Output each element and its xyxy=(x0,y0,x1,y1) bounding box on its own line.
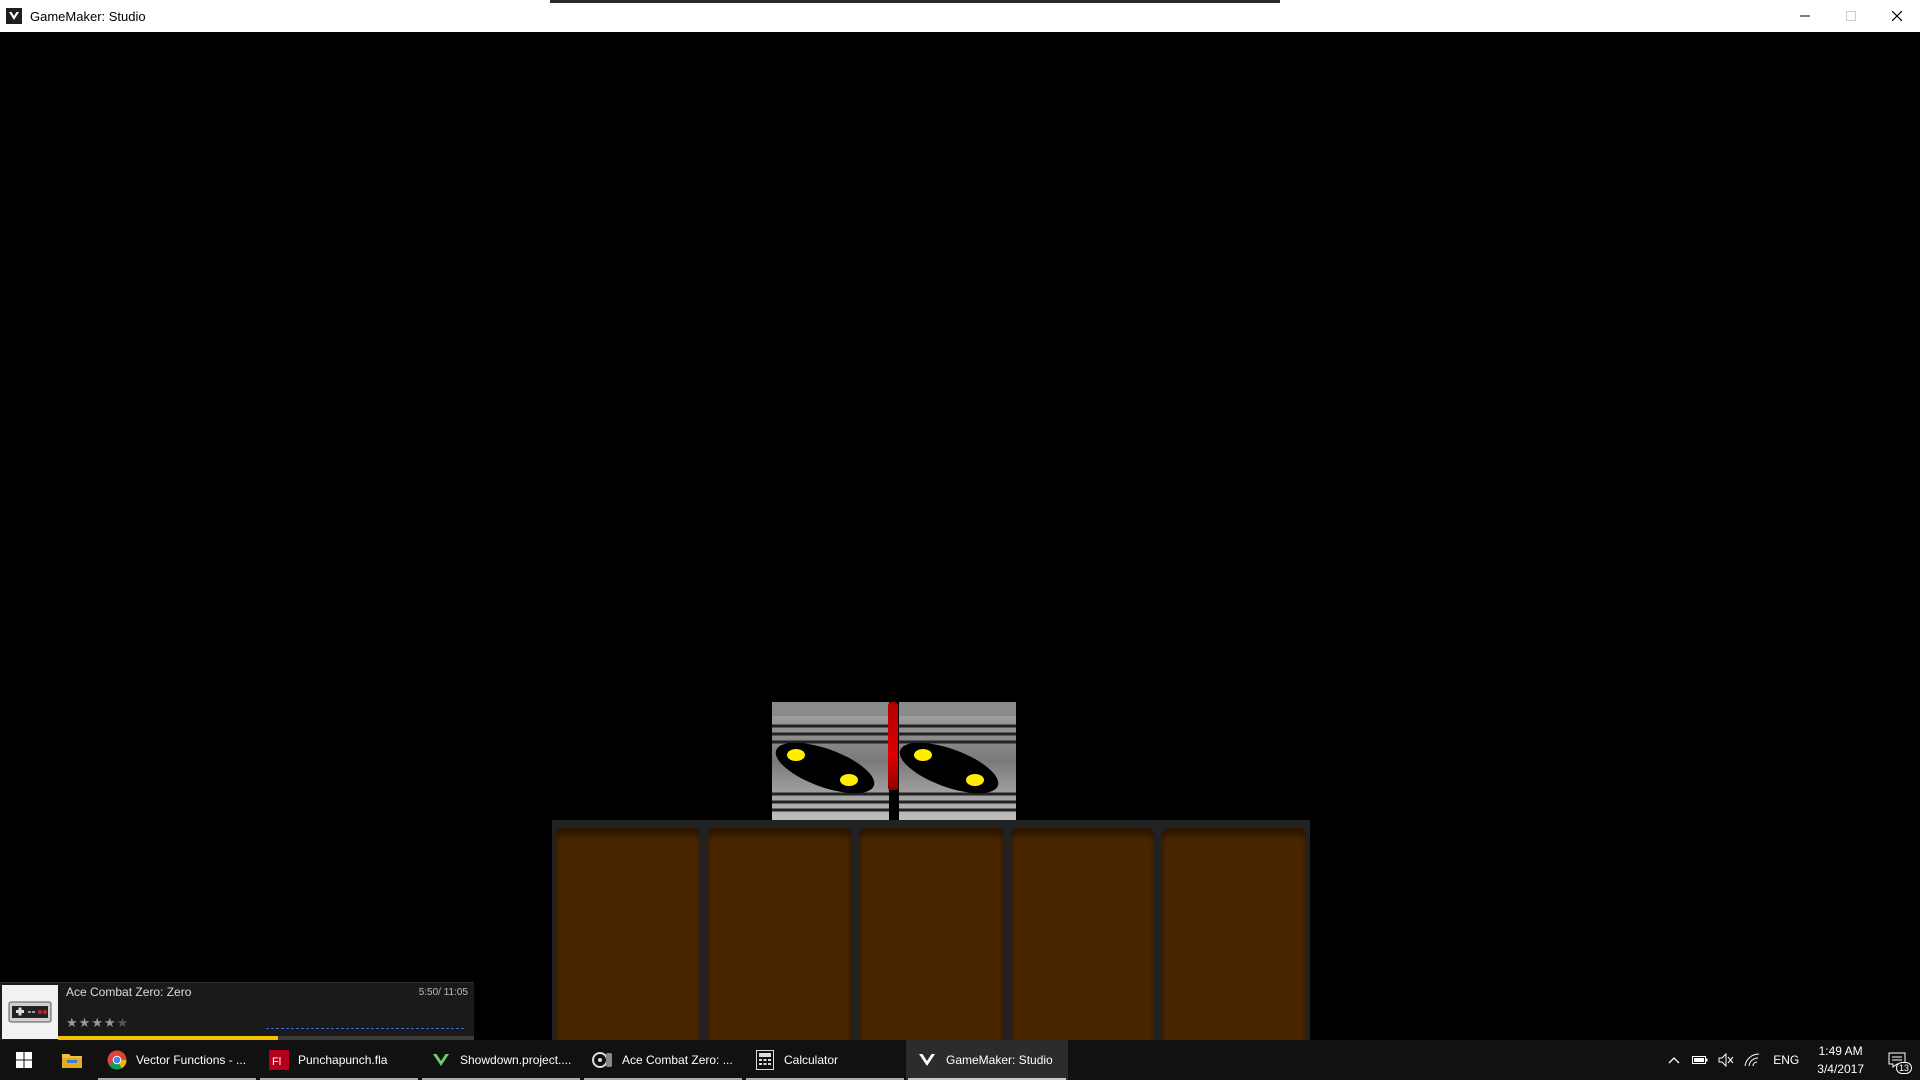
media-player-widget[interactable]: Ace Combat Zero: Zero 5:50/ 11:05 ★ ★ ★ ★ ★ xyxy=(0,982,474,1041)
battery-icon[interactable] xyxy=(1687,1040,1713,1080)
chrome-icon xyxy=(106,1049,128,1071)
star-icon[interactable]: ★ xyxy=(91,1015,103,1031)
volume-muted-icon[interactable] xyxy=(1713,1040,1739,1080)
taskbar-app-label: Punchapunch.fla xyxy=(298,1053,388,1067)
calculator-icon xyxy=(754,1049,776,1071)
buffer-indicator xyxy=(266,1028,464,1029)
wifi-icon[interactable] xyxy=(1739,1040,1765,1080)
wooden-crate xyxy=(707,828,852,1072)
flash-icon: Fl xyxy=(268,1049,290,1071)
window-title: GameMaker: Studio xyxy=(30,8,146,24)
input-language[interactable]: ENG xyxy=(1765,1053,1807,1067)
media-player-icon xyxy=(592,1049,614,1071)
taskbar-app-calculator[interactable]: Calculator xyxy=(744,1040,906,1080)
crate-floor xyxy=(552,820,1310,1072)
window-titlebar[interactable]: GameMaker: Studio xyxy=(0,0,1920,32)
star-icon[interactable]: ★ xyxy=(66,1015,78,1031)
file-explorer-button[interactable] xyxy=(48,1040,96,1080)
minimize-icon xyxy=(1800,15,1810,17)
taskbar-app-label: Calculator xyxy=(784,1053,839,1067)
svg-text:Fl: Fl xyxy=(272,1056,281,1068)
windows-icon xyxy=(16,1052,32,1068)
taskbar-app-label: Ace Combat Zero: ... xyxy=(622,1053,733,1067)
maximize-button[interactable] xyxy=(1828,0,1874,32)
close-button[interactable] xyxy=(1874,0,1920,32)
minimize-button[interactable] xyxy=(1782,0,1828,32)
taskbar-app-media[interactable]: Ace Combat Zero: ... xyxy=(582,1040,744,1080)
taskbar-app-gamemaker[interactable]: GameMaker: Studio xyxy=(906,1040,1068,1080)
clock-time: 1:49 AM xyxy=(1818,1044,1863,1058)
character-sprite-right xyxy=(899,702,1016,820)
action-center-button[interactable]: 13 xyxy=(1874,1040,1920,1080)
nes-controller-icon xyxy=(2,985,58,1039)
taskbar-app-label: GameMaker: Studio xyxy=(946,1053,1053,1067)
wooden-crate xyxy=(556,828,700,1072)
sprite-eye xyxy=(914,749,932,761)
maximize-icon xyxy=(1846,11,1856,21)
star-icon[interactable]: ★ xyxy=(104,1015,116,1031)
chevron-up-icon xyxy=(1668,1057,1680,1064)
sprite-eye xyxy=(966,774,984,786)
sprite-eye xyxy=(840,774,858,786)
start-button[interactable] xyxy=(0,1040,48,1080)
clock[interactable]: 1:49 AM 3/4/2017 xyxy=(1807,1042,1874,1078)
star-icon[interactable]: ★ xyxy=(117,1015,129,1031)
close-icon xyxy=(1892,11,1902,21)
taskbar-app-chrome[interactable]: Vector Functions - ... xyxy=(96,1040,258,1080)
title-strip xyxy=(550,0,1280,3)
gamemaker-icon xyxy=(6,8,22,24)
gamemaker-icon xyxy=(430,1049,452,1071)
notification-count: 13 xyxy=(1895,1062,1912,1074)
taskbar-app-flash[interactable]: Fl Punchapunch.fla xyxy=(258,1040,420,1080)
taskbar-app-label: Showdown.project.... xyxy=(460,1053,572,1067)
folder-icon xyxy=(62,1054,82,1068)
media-title: Ace Combat Zero: Zero xyxy=(66,985,192,999)
blood-splatter xyxy=(888,702,898,790)
star-rating[interactable]: ★ ★ ★ ★ ★ xyxy=(66,1015,128,1031)
taskbar-app-showdown[interactable]: Showdown.project.... xyxy=(420,1040,582,1080)
game-viewport[interactable] xyxy=(0,32,1920,1072)
system-tray: ENG 1:49 AM 3/4/2017 13 xyxy=(1661,1040,1920,1080)
media-time: 5:50/ 11:05 xyxy=(418,987,468,998)
wooden-crate xyxy=(859,828,1003,1072)
taskbar-app-label: Vector Functions - ... xyxy=(136,1053,247,1067)
wooden-crate xyxy=(1162,828,1306,1072)
show-hidden-icons-button[interactable] xyxy=(1661,1040,1687,1080)
window-controls xyxy=(1782,0,1920,32)
wooden-crate xyxy=(1010,828,1155,1072)
character-sprite-left xyxy=(772,702,889,820)
gamemaker-icon xyxy=(916,1049,938,1071)
clock-date: 3/4/2017 xyxy=(1817,1062,1864,1076)
star-icon[interactable]: ★ xyxy=(79,1015,91,1031)
sprite-eye xyxy=(787,749,805,761)
taskbar: Vector Functions - ... Fl Punchapunch.fl… xyxy=(0,1040,1920,1080)
